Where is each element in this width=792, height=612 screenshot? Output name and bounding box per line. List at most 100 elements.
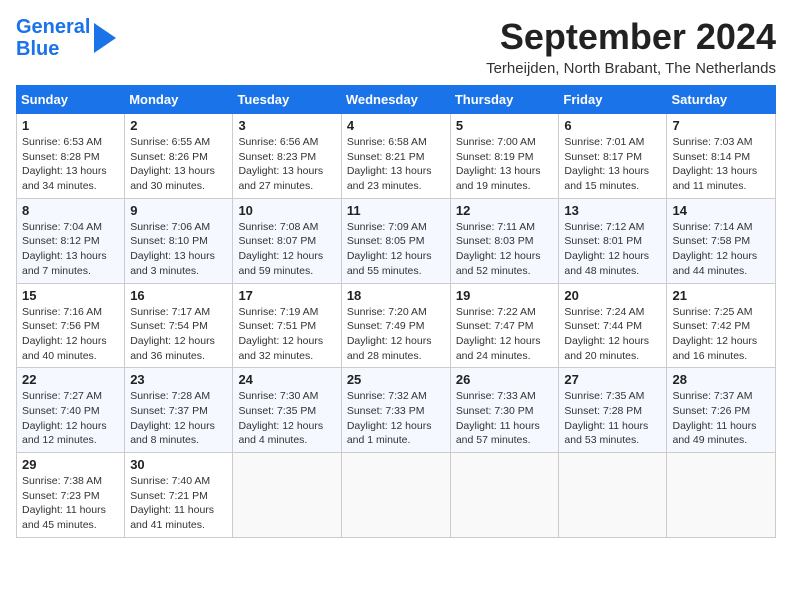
day-cell [233,453,341,538]
day-info: Sunrise: 7:06 AM Sunset: 8:10 PM Dayligh… [130,220,227,279]
day-info: Sunrise: 7:24 AM Sunset: 7:44 PM Dayligh… [564,305,661,364]
day-info: Sunrise: 7:30 AM Sunset: 7:35 PM Dayligh… [238,389,335,448]
day-number: 13 [564,203,661,218]
week-row-5: 29 Sunrise: 7:38 AM Sunset: 7:23 PM Dayli… [17,453,776,538]
day-info: Sunrise: 7:20 AM Sunset: 7:49 PM Dayligh… [347,305,445,364]
header-monday: Monday [125,86,233,114]
day-number: 22 [22,372,119,387]
day-info: Sunrise: 6:55 AM Sunset: 8:26 PM Dayligh… [130,135,227,194]
logo-general: General [16,16,90,38]
day-cell: 21 Sunrise: 7:25 AM Sunset: 7:42 PM Dayli… [667,283,776,368]
day-cell: 16 Sunrise: 7:17 AM Sunset: 7:54 PM Dayli… [125,283,233,368]
day-info: Sunrise: 7:22 AM Sunset: 7:47 PM Dayligh… [456,305,554,364]
day-number: 24 [238,372,335,387]
day-cell: 4 Sunrise: 6:58 AM Sunset: 8:21 PM Daylig… [341,114,450,199]
day-cell [559,453,667,538]
day-number: 1 [22,118,119,133]
day-info: Sunrise: 6:56 AM Sunset: 8:23 PM Dayligh… [238,135,335,194]
day-number: 26 [456,372,554,387]
day-number: 14 [672,203,770,218]
day-cell: 2 Sunrise: 6:55 AM Sunset: 8:26 PM Daylig… [125,114,233,199]
day-number: 27 [564,372,661,387]
day-cell: 5 Sunrise: 7:00 AM Sunset: 8:19 PM Daylig… [450,114,559,199]
logo-blue: Blue [16,38,90,60]
day-number: 3 [238,118,335,133]
day-cell: 27 Sunrise: 7:35 AM Sunset: 7:28 PM Dayli… [559,368,667,453]
day-cell: 13 Sunrise: 7:12 AM Sunset: 8:01 PM Dayli… [559,198,667,283]
header: General Blue September 2024 Terheijden, … [16,16,776,77]
day-number: 11 [347,203,445,218]
day-number: 28 [672,372,770,387]
header-sunday: Sunday [17,86,125,114]
day-cell [341,453,450,538]
week-row-2: 8 Sunrise: 7:04 AM Sunset: 8:12 PM Daylig… [17,198,776,283]
week-row-4: 22 Sunrise: 7:27 AM Sunset: 7:40 PM Dayli… [17,368,776,453]
day-number: 5 [456,118,554,133]
day-number: 16 [130,288,227,303]
location-subtitle: Terheijden, North Brabant, The Netherlan… [486,60,776,77]
day-cell: 9 Sunrise: 7:06 AM Sunset: 8:10 PM Daylig… [125,198,233,283]
day-cell: 23 Sunrise: 7:28 AM Sunset: 7:37 PM Dayli… [125,368,233,453]
day-info: Sunrise: 7:17 AM Sunset: 7:54 PM Dayligh… [130,305,227,364]
day-cell: 6 Sunrise: 7:01 AM Sunset: 8:17 PM Daylig… [559,114,667,199]
day-info: Sunrise: 7:16 AM Sunset: 7:56 PM Dayligh… [22,305,119,364]
header-saturday: Saturday [667,86,776,114]
day-info: Sunrise: 7:04 AM Sunset: 8:12 PM Dayligh… [22,220,119,279]
day-info: Sunrise: 7:01 AM Sunset: 8:17 PM Dayligh… [564,135,661,194]
day-info: Sunrise: 7:37 AM Sunset: 7:26 PM Dayligh… [672,389,770,448]
header-friday: Friday [559,86,667,114]
day-cell: 24 Sunrise: 7:30 AM Sunset: 7:35 PM Dayli… [233,368,341,453]
day-info: Sunrise: 7:25 AM Sunset: 7:42 PM Dayligh… [672,305,770,364]
day-number: 9 [130,203,227,218]
header-wednesday: Wednesday [341,86,450,114]
day-cell: 10 Sunrise: 7:08 AM Sunset: 8:07 PM Dayli… [233,198,341,283]
logo-arrow-icon [94,23,116,53]
day-cell: 18Sunrise: 7:20 AM Sunset: 7:49 PM Dayli… [341,283,450,368]
day-number: 20 [564,288,661,303]
day-cell: 30 Sunrise: 7:40 AM Sunset: 7:21 PM Dayli… [125,453,233,538]
month-title: September 2024 [486,16,776,58]
day-info: Sunrise: 7:40 AM Sunset: 7:21 PM Dayligh… [130,474,227,533]
day-info: Sunrise: 7:33 AM Sunset: 7:30 PM Dayligh… [456,389,554,448]
week-row-1: 1Sunrise: 6:53 AM Sunset: 8:28 PM Daylig… [17,114,776,199]
day-number: 17 [238,288,335,303]
day-info: Sunrise: 7:28 AM Sunset: 7:37 PM Dayligh… [130,389,227,448]
day-cell: 8 Sunrise: 7:04 AM Sunset: 8:12 PM Daylig… [17,198,125,283]
day-number: 10 [238,203,335,218]
day-info: Sunrise: 7:19 AM Sunset: 7:51 PM Dayligh… [238,305,335,364]
day-cell: 17 Sunrise: 7:19 AM Sunset: 7:51 PM Dayli… [233,283,341,368]
header-tuesday: Tuesday [233,86,341,114]
day-info: Sunrise: 6:58 AM Sunset: 8:21 PM Dayligh… [347,135,445,194]
day-number: 2 [130,118,227,133]
day-cell: 20 Sunrise: 7:24 AM Sunset: 7:44 PM Dayli… [559,283,667,368]
day-number: 29 [22,457,119,472]
day-cell: 19Sunrise: 7:22 AM Sunset: 7:47 PM Dayli… [450,283,559,368]
day-number: 15 [22,288,119,303]
day-cell [450,453,559,538]
day-info: Sunrise: 7:00 AM Sunset: 8:19 PM Dayligh… [456,135,554,194]
day-info: Sunrise: 7:27 AM Sunset: 7:40 PM Dayligh… [22,389,119,448]
day-cell: 28 Sunrise: 7:37 AM Sunset: 7:26 PM Dayli… [667,368,776,453]
day-cell: 15 Sunrise: 7:16 AM Sunset: 7:56 PM Dayli… [17,283,125,368]
day-number: 30 [130,457,227,472]
day-cell: 3 Sunrise: 6:56 AM Sunset: 8:23 PM Daylig… [233,114,341,199]
day-number: 8 [22,203,119,218]
calendar-table: SundayMondayTuesdayWednesdayThursdayFrid… [16,85,776,538]
calendar-header-row: SundayMondayTuesdayWednesdayThursdayFrid… [17,86,776,114]
day-info: Sunrise: 7:12 AM Sunset: 8:01 PM Dayligh… [564,220,661,279]
day-number: 4 [347,118,445,133]
day-info: Sunrise: 7:32 AM Sunset: 7:33 PM Dayligh… [347,389,445,448]
day-cell: 7Sunrise: 7:03 AM Sunset: 8:14 PM Daylig… [667,114,776,199]
day-number: 21 [672,288,770,303]
day-info: Sunrise: 7:35 AM Sunset: 7:28 PM Dayligh… [564,389,661,448]
day-cell: 22 Sunrise: 7:27 AM Sunset: 7:40 PM Dayli… [17,368,125,453]
day-cell: 12Sunrise: 7:11 AM Sunset: 8:03 PM Dayli… [450,198,559,283]
day-info: Sunrise: 7:08 AM Sunset: 8:07 PM Dayligh… [238,220,335,279]
day-number: 6 [564,118,661,133]
day-cell: 29 Sunrise: 7:38 AM Sunset: 7:23 PM Dayli… [17,453,125,538]
day-number: 12 [456,203,554,218]
day-cell [667,453,776,538]
day-number: 23 [130,372,227,387]
day-info: Sunrise: 7:38 AM Sunset: 7:23 PM Dayligh… [22,474,119,533]
day-cell: 26 Sunrise: 7:33 AM Sunset: 7:30 PM Dayli… [450,368,559,453]
